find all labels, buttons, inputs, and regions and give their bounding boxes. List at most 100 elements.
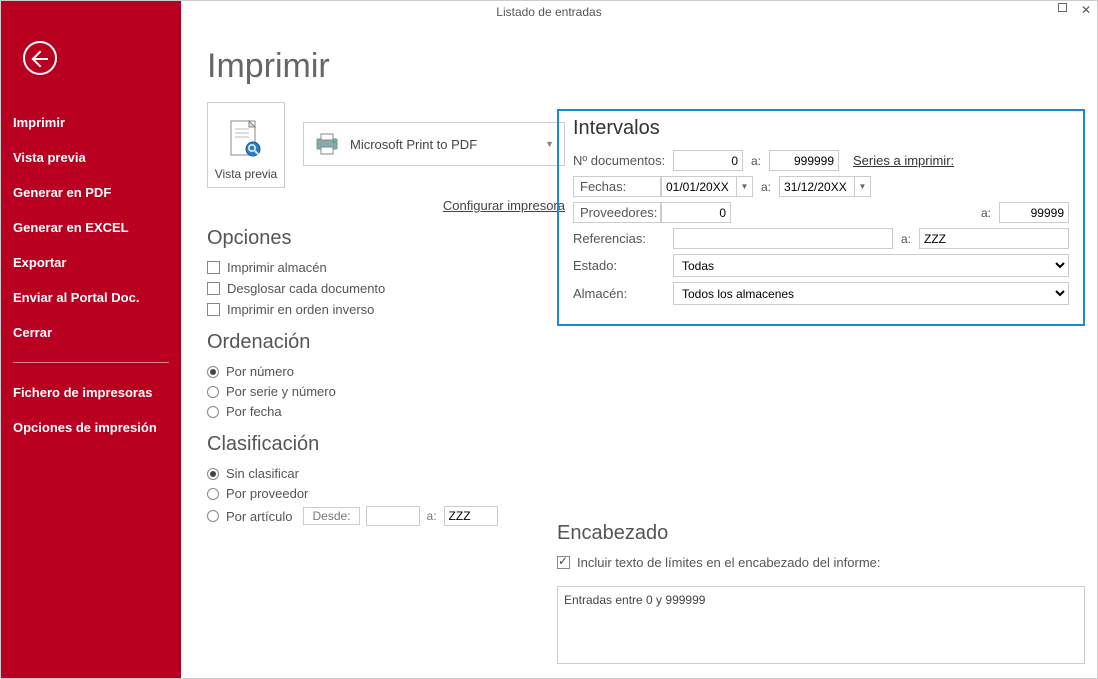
- restore-icon[interactable]: [1058, 3, 1067, 12]
- a-label: a:: [751, 154, 761, 168]
- checkbox-icon[interactable]: [207, 303, 220, 316]
- fecha-from-input[interactable]: [661, 176, 737, 197]
- ord-label: Por serie y número: [226, 384, 336, 399]
- prov-to-input[interactable]: [999, 202, 1069, 223]
- incluir-checkbox-row[interactable]: Incluir texto de límites en el encabezad…: [557, 555, 1085, 570]
- radio-icon[interactable]: [207, 366, 219, 378]
- chevron-down-icon[interactable]: ▼: [855, 176, 871, 197]
- sidebar-item-generar-pdf[interactable]: Generar en PDF: [1, 175, 181, 210]
- sidebar-item-imprimir[interactable]: Imprimir: [1, 105, 181, 140]
- window-controls: ✕: [1058, 3, 1091, 17]
- document-preview-icon: [227, 119, 265, 161]
- n-doc-to-input[interactable]: [769, 150, 839, 171]
- iv-row-estado: Estado: Todas: [573, 254, 1069, 277]
- iv-label: Almacén:: [573, 286, 673, 301]
- checkbox-icon[interactable]: [207, 261, 220, 274]
- back-button[interactable]: [23, 41, 57, 75]
- ord-por-serie[interactable]: Por serie y número: [207, 384, 567, 399]
- intervalos-heading: Intervalos: [573, 117, 1069, 140]
- desde-label: Desde:: [303, 507, 359, 525]
- configure-printer-link[interactable]: Configurar impresora: [207, 198, 565, 213]
- clas-label: Por artículo: [226, 509, 292, 524]
- opt-desglosar[interactable]: Desglosar cada documento: [207, 281, 567, 296]
- sidebar-item-cerrar[interactable]: Cerrar: [1, 315, 181, 350]
- encabezado-heading: Encabezado: [557, 522, 1085, 545]
- printer-select[interactable]: Microsoft Print to PDF ▼: [303, 122, 565, 166]
- ord-label: Por fecha: [226, 404, 282, 419]
- iv-label: Referencias:: [573, 231, 673, 246]
- almacen-select[interactable]: Todos los almacenes: [673, 282, 1069, 305]
- clas-por-articulo[interactable]: Por artículo Desde: a:: [207, 506, 567, 526]
- ord-por-fecha[interactable]: Por fecha: [207, 404, 567, 419]
- ord-por-numero[interactable]: Por número: [207, 364, 567, 379]
- vista-previa-label: Vista previa: [215, 167, 277, 181]
- radio-icon[interactable]: [207, 468, 219, 480]
- fechas-button[interactable]: Fechas:: [573, 176, 661, 197]
- opciones-heading: Opciones: [207, 227, 567, 250]
- sidebar-divider: [13, 362, 169, 363]
- iv-label: Nº documentos:: [573, 153, 673, 168]
- n-doc-from-input[interactable]: [673, 150, 743, 171]
- ref-from-input[interactable]: [673, 228, 893, 249]
- intervalos-panel: Intervalos Nº documentos: a: Series a im…: [557, 109, 1085, 326]
- sidebar-item-generar-excel[interactable]: Generar en EXCEL: [1, 210, 181, 245]
- incluir-label: Incluir texto de límites en el encabezad…: [577, 555, 881, 570]
- clasificacion-heading: Clasificación: [207, 433, 567, 456]
- main-content: Imprimir Vista previa: [181, 23, 1097, 678]
- clas-a-input[interactable]: [444, 506, 498, 526]
- iv-label: Estado:: [573, 258, 673, 273]
- printer-icon: [314, 133, 340, 155]
- radio-icon[interactable]: [207, 406, 219, 418]
- close-icon[interactable]: ✕: [1081, 3, 1091, 17]
- iv-row-proveedores: Proveedores: a:: [573, 202, 1069, 223]
- iv-row-almacen: Almacén: Todos los almacenes: [573, 282, 1069, 305]
- ord-label: Por número: [226, 364, 294, 379]
- checkbox-icon[interactable]: [557, 556, 570, 569]
- printer-name: Microsoft Print to PDF: [350, 137, 477, 152]
- left-column: Vista previa Microsoft Print to PDF ▼ Co…: [207, 102, 567, 531]
- iv-row-referencias: Referencias: a:: [573, 228, 1069, 249]
- clas-sin-clasificar[interactable]: Sin clasificar: [207, 466, 567, 481]
- a-label: a:: [761, 180, 771, 194]
- page-title: Imprimir: [207, 47, 1071, 86]
- series-link[interactable]: Series a imprimir:: [853, 153, 954, 168]
- proveedores-button[interactable]: Proveedores:: [573, 202, 661, 223]
- fecha-to-input[interactable]: [779, 176, 855, 197]
- vista-previa-button[interactable]: Vista previa: [207, 102, 285, 188]
- clas-por-proveedor[interactable]: Por proveedor: [207, 486, 567, 501]
- radio-icon[interactable]: [207, 386, 219, 398]
- window-title: Listado de entradas: [496, 5, 601, 19]
- a-label: a:: [981, 206, 991, 220]
- a-label: a:: [901, 232, 911, 246]
- printer-block: Microsoft Print to PDF ▼: [303, 102, 565, 166]
- sidebar: Imprimir Vista previa Generar en PDF Gen…: [1, 1, 181, 678]
- radio-icon[interactable]: [207, 488, 219, 500]
- opt-label: Imprimir almacén: [227, 260, 327, 275]
- a-label: a:: [426, 509, 438, 523]
- opt-label: Desglosar cada documento: [227, 281, 385, 296]
- chevron-down-icon[interactable]: ▼: [737, 176, 753, 197]
- opt-orden-inverso[interactable]: Imprimir en orden inverso: [207, 302, 567, 317]
- prov-from-input[interactable]: [661, 202, 731, 223]
- radio-icon[interactable]: [207, 510, 219, 522]
- right-column: Intervalos Nº documentos: a: Series a im…: [557, 109, 1085, 669]
- sidebar-item-enviar-portal[interactable]: Enviar al Portal Doc.: [1, 280, 181, 315]
- print-top-row: Vista previa Microsoft Print to PDF ▼: [207, 102, 567, 188]
- sidebar-item-exportar[interactable]: Exportar: [1, 245, 181, 280]
- sidebar-item-fichero-impresoras[interactable]: Fichero de impresoras: [1, 375, 181, 410]
- clas-label: Sin clasificar: [226, 466, 299, 481]
- checkbox-icon[interactable]: [207, 282, 220, 295]
- iv-row-documentos: Nº documentos: a: Series a imprimir:: [573, 150, 1069, 171]
- sidebar-item-opciones-impresion[interactable]: Opciones de impresión: [1, 410, 181, 445]
- estado-select[interactable]: Todas: [673, 254, 1069, 277]
- opt-label: Imprimir en orden inverso: [227, 302, 374, 317]
- encabezado-textarea[interactable]: [557, 586, 1085, 664]
- clas-desde-input[interactable]: [366, 506, 420, 526]
- sidebar-item-vista-previa[interactable]: Vista previa: [1, 140, 181, 175]
- clas-label: Por proveedor: [226, 486, 308, 501]
- chevron-down-icon: ▼: [545, 139, 554, 149]
- iv-row-fechas: Fechas: ▼ a: ▼: [573, 176, 1069, 197]
- ordenacion-heading: Ordenación: [207, 331, 567, 354]
- ref-to-input[interactable]: [919, 228, 1069, 249]
- opt-imprimir-almacen[interactable]: Imprimir almacén: [207, 260, 567, 275]
